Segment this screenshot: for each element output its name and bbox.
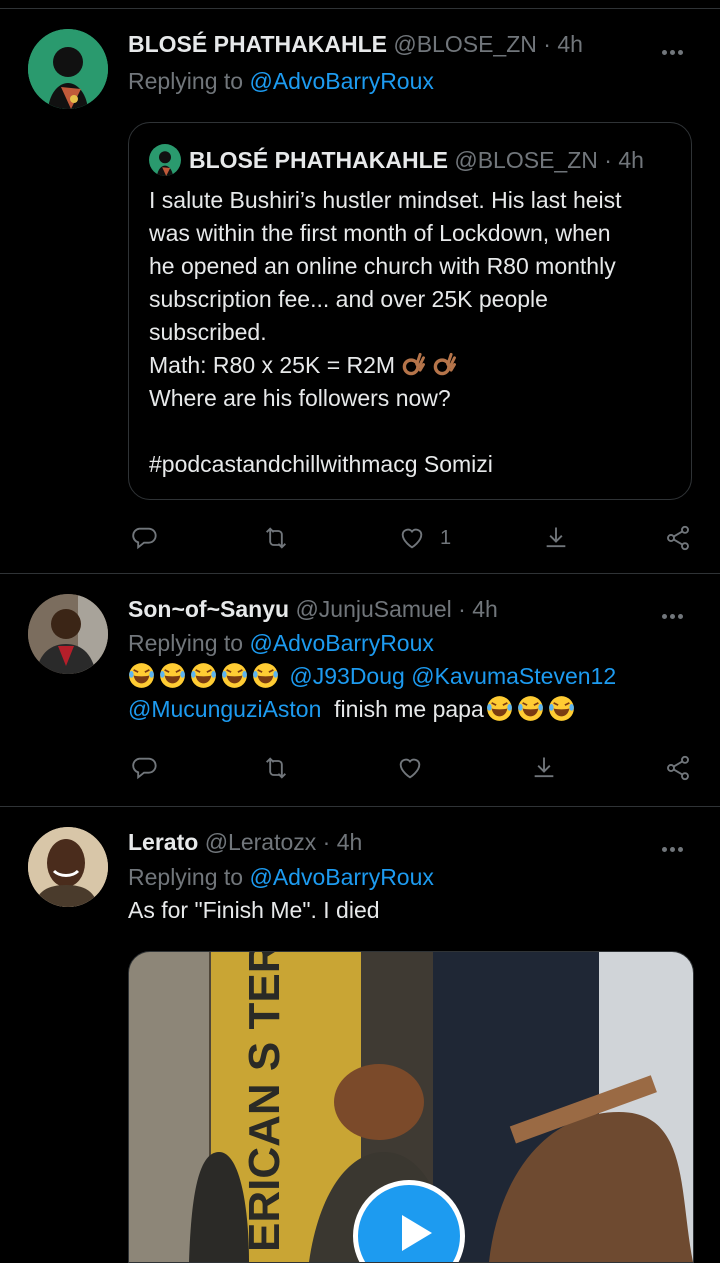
share-icon xyxy=(664,524,692,552)
rolling-laughing-emoji xyxy=(486,695,513,722)
replying-prefix: Replying to xyxy=(128,630,250,656)
heart-icon xyxy=(398,524,426,552)
separator-dot: · xyxy=(543,31,551,57)
retweet-icon xyxy=(262,524,290,552)
mention-link[interactable]: @MucunguziAston xyxy=(128,696,321,722)
display-name[interactable]: BLOSÉ PHATHAKAHLE xyxy=(128,31,387,57)
quote-line: subscribed. xyxy=(149,319,267,345)
separator-dot: · xyxy=(322,829,331,855)
username[interactable]: @JunjuSamuel xyxy=(295,596,451,622)
action-bar xyxy=(128,750,694,786)
avatar[interactable] xyxy=(28,827,108,907)
share-icon xyxy=(664,754,692,782)
reply-icon xyxy=(130,524,158,552)
replying-to: Replying to @AdvoBarryRoux xyxy=(128,862,692,892)
quote-separator-dot: · xyxy=(604,147,612,173)
quote-line: subscription fee... and over 25K people xyxy=(149,286,548,312)
retweet-icon xyxy=(262,754,290,782)
avatar[interactable] xyxy=(28,594,108,674)
rolling-laughing-emoji xyxy=(190,662,217,689)
mention-link[interactable]: @AdvoBarryRoux xyxy=(249,864,433,890)
quote-line: Math: R80 x 25K = R2M xyxy=(149,352,396,378)
avatar[interactable] xyxy=(28,29,108,109)
quote-line: was within the first month of Lockdown, … xyxy=(149,220,611,246)
rolling-laughing-emoji xyxy=(128,662,155,689)
like-button[interactable]: 1 xyxy=(398,520,451,556)
video-thumbnail[interactable]: ERICAN S TERNATI xyxy=(128,951,694,1263)
reply-button[interactable] xyxy=(130,520,158,556)
rolling-laughing-emoji xyxy=(221,662,248,689)
quote-line-with-emoji: Math: R80 x 25K = R2M xyxy=(149,349,673,382)
bookmark-button[interactable] xyxy=(542,520,570,556)
quote-line: I salute Bushiri’s hustler mindset. His … xyxy=(149,187,622,213)
more-icon[interactable] xyxy=(662,42,690,55)
mention-link[interactable]: @AdvoBarryRoux xyxy=(249,68,433,94)
username[interactable]: @BLOSE_ZN xyxy=(393,31,537,57)
reply-button[interactable] xyxy=(130,750,158,786)
replying-prefix: Replying to xyxy=(128,864,250,890)
like-button[interactable] xyxy=(396,750,424,786)
quote-avatar xyxy=(149,143,181,176)
action-bar: 1 xyxy=(128,520,694,556)
quote-line xyxy=(149,415,673,448)
bookmark-icon xyxy=(542,524,570,552)
reply-icon xyxy=(130,754,158,782)
like-count: 1 xyxy=(440,526,452,549)
timestamp[interactable]: 4h xyxy=(337,829,363,855)
separator-dot: · xyxy=(458,596,466,622)
bookmark-icon xyxy=(530,754,558,782)
rolling-laughing-emoji xyxy=(517,695,544,722)
tweet-header: Son~of~Sanyu @JunjuSamuel · 4h xyxy=(128,594,692,624)
heart-icon xyxy=(396,754,424,782)
quote-text: I salute Bushiri’s hustler mindset. His … xyxy=(149,184,673,481)
tweet-text-tail: finish me papa xyxy=(334,696,484,722)
more-icon[interactable] xyxy=(662,839,690,852)
quote-timestamp: 4h xyxy=(618,147,644,173)
display-name[interactable]: Lerato xyxy=(128,829,198,855)
hashtag-line[interactable]: #podcastandchillwithmacg Somizi xyxy=(149,448,673,481)
tweet-2[interactable]: Son~of~Sanyu @JunjuSamuel · 4h Replying … xyxy=(0,574,720,806)
ok-hand-emoji xyxy=(432,351,459,378)
tweet-header: Lerato @Leratozx · 4h xyxy=(128,827,692,857)
rolling-laughing-emoji xyxy=(159,662,186,689)
share-button[interactable] xyxy=(664,750,692,786)
quoted-tweet[interactable]: BLOSÉ PHATHAKAHLE @BLOSE_ZN · 4h I salut… xyxy=(128,122,692,500)
tweet-header: BLOSÉ PHATHAKAHLE @BLOSE_ZN · 4h xyxy=(128,29,692,59)
quote-header: BLOSÉ PHATHAKAHLE @BLOSE_ZN · 4h xyxy=(149,143,644,178)
media-sign-text: ERICAN S TERNATI xyxy=(240,952,289,1252)
more-icon[interactable] xyxy=(662,606,690,619)
replying-to: Replying to @AdvoBarryRoux xyxy=(128,66,692,96)
retweet-button[interactable] xyxy=(262,750,290,786)
tweet-text: As for "Finish Me". I died xyxy=(128,897,380,923)
tweet-text: @J93Doug @KavumaSteven12 @MucunguziAston… xyxy=(128,660,692,726)
username[interactable]: @Leratozx xyxy=(205,829,317,855)
mention-link[interactable]: @J93Doug xyxy=(289,663,404,689)
mention-link[interactable]: @AdvoBarryRoux xyxy=(249,630,433,656)
bookmark-button[interactable] xyxy=(530,750,558,786)
quote-line: Where are his followers now? xyxy=(149,385,451,411)
replying-prefix: Replying to xyxy=(128,68,250,94)
mention-link[interactable]: @KavumaSteven12 xyxy=(411,663,616,689)
quote-display-name: BLOSÉ PHATHAKAHLE xyxy=(189,147,448,173)
timestamp[interactable]: 4h xyxy=(472,596,498,622)
ok-hand-emoji xyxy=(401,351,428,378)
share-button[interactable] xyxy=(664,520,692,556)
retweet-button[interactable] xyxy=(262,520,290,556)
quote-line: he opened an online church with R80 mont… xyxy=(149,253,616,279)
replying-to: Replying to @AdvoBarryRoux xyxy=(128,628,692,658)
tweet-1[interactable]: BLOSÉ PHATHAKAHLE @BLOSE_ZN · 4h Replyin… xyxy=(0,0,720,574)
rolling-laughing-emoji xyxy=(252,662,279,689)
display-name[interactable]: Son~of~Sanyu xyxy=(128,596,289,622)
rolling-laughing-emoji xyxy=(548,695,575,722)
quote-username: @BLOSE_ZN xyxy=(454,147,598,173)
timestamp[interactable]: 4h xyxy=(557,31,583,57)
